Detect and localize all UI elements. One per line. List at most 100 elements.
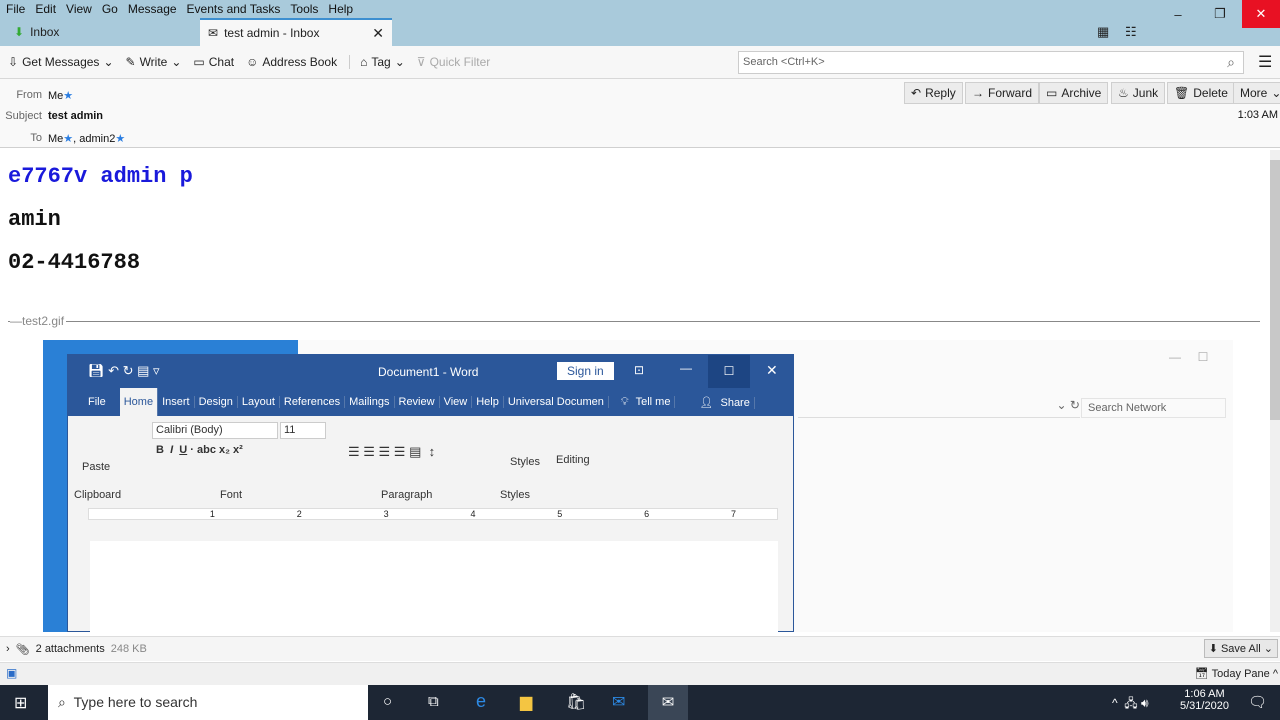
quick-filter-button[interactable]: ⊽ Quick Filter xyxy=(417,55,490,69)
chevron-down-icon[interactable]: ⌄ xyxy=(103,55,113,69)
search-placeholder: Type here to search xyxy=(73,694,198,710)
hamburger-menu-icon[interactable]: ☰ xyxy=(1258,52,1272,72)
word-tab: Mailings xyxy=(345,396,395,408)
menu-tools[interactable]: Tools xyxy=(290,2,318,16)
word-title: Document1 - Word xyxy=(378,365,479,379)
editing-button: Editing xyxy=(556,454,590,466)
label: Archive xyxy=(1061,86,1102,100)
ruler-mark: 6 xyxy=(644,509,650,519)
menu-view[interactable]: View xyxy=(66,2,92,16)
search-placeholder: Search <Ctrl+K> xyxy=(743,56,825,68)
edge-icon[interactable]: e xyxy=(476,691,486,712)
windows-start-icon[interactable]: ⊞ xyxy=(14,693,27,713)
junk-button[interactable]: ♨ Junk xyxy=(1111,82,1166,104)
desktop-icons xyxy=(43,354,67,632)
chevron-down-icon[interactable]: ⌄ xyxy=(171,55,181,69)
menu-help[interactable]: Help xyxy=(328,2,353,16)
inbox-icon: ⬇ xyxy=(14,25,25,39)
chat-button[interactable]: ▭ Chat xyxy=(193,55,234,69)
attachment-count[interactable]: 2 attachments xyxy=(36,643,105,655)
minimize-button[interactable]: – xyxy=(1156,0,1200,28)
address-book-button[interactable]: ☺ Address Book xyxy=(246,55,337,69)
paperclip-icon: 📎︎ xyxy=(15,643,30,656)
tab-message[interactable]: ✉ test admin - Inbox ✕ xyxy=(200,18,392,46)
paste-button: Paste xyxy=(82,461,111,473)
explorer-search: Search Network xyxy=(1081,398,1226,418)
menu-go[interactable]: Go xyxy=(102,2,118,16)
close-tab-icon[interactable]: ✕ xyxy=(372,25,384,42)
junk-icon: ♨ xyxy=(1118,86,1129,100)
title-bar: File Edit View Go Message Events and Tas… xyxy=(0,0,1280,46)
font-format-buttons: B I U · abc x₂ x² xyxy=(156,444,243,456)
label: Junk xyxy=(1132,86,1159,100)
subject-value: test admin xyxy=(48,110,104,122)
tab-label: test admin - Inbox xyxy=(224,26,320,40)
ruler-mark: 1 xyxy=(209,509,215,519)
subject-label: Subject xyxy=(5,110,42,122)
body-line-3: 02-4416788 xyxy=(8,250,141,275)
get-messages-button[interactable]: ⇩ Get Messages ⌄ xyxy=(8,55,114,69)
font-name-box: Calibri (Body) xyxy=(152,422,278,439)
delete-button[interactable]: 🗑 Delete xyxy=(1167,82,1235,104)
ruler-mark: 5 xyxy=(557,509,563,519)
mail-icon[interactable]: ✉ xyxy=(612,692,625,712)
taskbar-search[interactable]: ⌕ Type here to search xyxy=(48,685,368,720)
cortana-icon[interactable]: ○ xyxy=(383,693,392,710)
filter-icon: ⊽ xyxy=(416,55,426,69)
to-value[interactable]: Me★, admin2★ xyxy=(48,132,125,145)
expand-chevron-icon[interactable]: › xyxy=(6,643,10,655)
font-size-box: 11 xyxy=(280,422,326,439)
label: Tag xyxy=(371,55,391,69)
close-button[interactable]: ✕ xyxy=(1242,0,1280,28)
body-line-2: amin xyxy=(8,207,61,232)
group-clipboard: Clipboard xyxy=(74,489,122,501)
calendar-icon[interactable]: ▦ xyxy=(1097,24,1109,40)
label: Get Messages xyxy=(22,55,100,69)
star-icon: ★ xyxy=(63,90,74,102)
word-maximize-icon: ☐ xyxy=(708,355,750,388)
write-button[interactable]: ✎ Write ⌄ xyxy=(126,55,182,69)
taskbar: ⊞ ⌕ Type here to search ○ ⧉ e ▆ 🛍︎ ✉ ✉ ^… xyxy=(0,685,1280,720)
tab-inbox[interactable]: ⬇ Inbox xyxy=(6,18,67,46)
star-icon: ★ xyxy=(115,133,126,145)
save-icon: 💾︎ ↶ ↻ ▤ ▿ xyxy=(88,363,160,378)
more-button[interactable]: More ⌄ xyxy=(1233,82,1280,104)
ribbon-display-icon: ⊡ xyxy=(634,363,645,377)
clock[interactable]: 1:06 AM 5/31/2020 xyxy=(1180,688,1229,712)
word-tab: Design xyxy=(195,396,238,408)
task-view-icon[interactable]: ⧉ xyxy=(428,693,439,710)
chat-icon: ▭ xyxy=(193,55,205,69)
menu-events[interactable]: Events and Tasks xyxy=(187,2,281,16)
file-explorer-icon[interactable]: ▆ xyxy=(520,692,532,712)
sign-in-button: Sign in xyxy=(557,362,614,380)
restore-button[interactable]: ❐ xyxy=(1198,0,1242,28)
menu-message[interactable]: Message xyxy=(128,2,177,16)
search-input[interactable]: Search <Ctrl+K> ⌕ xyxy=(738,51,1244,74)
explorer-window-controls: — ☐ xyxy=(1169,350,1209,364)
scroll-thumb[interactable] xyxy=(1270,160,1280,420)
message-scrollbar[interactable] xyxy=(1270,150,1280,632)
today-pane-toggle[interactable]: 📅︎ Today Pane ^ xyxy=(1195,667,1278,680)
word-tab: References xyxy=(280,396,346,408)
label: Chat xyxy=(208,55,235,69)
forward-button[interactable]: → Forward xyxy=(965,82,1040,104)
word-window: 💾︎ ↶ ↻ ▤ ▿ Document1 - Word Sign in ⊡ — … xyxy=(67,354,795,633)
tag-button[interactable]: ⌂ Tag ⌄ xyxy=(349,55,405,69)
ruler: 1 2 3 4 5 6 7 xyxy=(88,508,778,520)
tasks-icon[interactable]: ☷ xyxy=(1125,24,1137,40)
body-line-1: e7767v admin p xyxy=(8,164,193,189)
save-all-button[interactable]: ⬇ Save All ⌄ xyxy=(1203,639,1278,658)
message-time: 1:03 AM xyxy=(1237,109,1278,121)
store-icon[interactable]: 🛍︎ xyxy=(566,692,586,712)
attachment-divider xyxy=(8,321,1260,322)
archive-button[interactable]: ▭ Archive xyxy=(1039,82,1109,104)
tab-label: Inbox xyxy=(30,25,60,39)
notification-icon[interactable]: 🗨︎ xyxy=(1248,693,1267,711)
word-ribbon: Paste Calibri (Body) 11 B I U · abc x₂ x… xyxy=(68,416,795,506)
menu-edit[interactable]: Edit xyxy=(35,2,56,16)
from-value[interactable]: Me★ xyxy=(48,89,73,102)
thunderbird-icon[interactable]: ✉ xyxy=(648,685,688,720)
system-tray-icons[interactable]: ^ 🖧︎ 🔊︎ xyxy=(1112,694,1149,715)
menu-file[interactable]: File xyxy=(6,2,25,16)
reply-button[interactable]: ↶ Reply xyxy=(904,82,963,104)
